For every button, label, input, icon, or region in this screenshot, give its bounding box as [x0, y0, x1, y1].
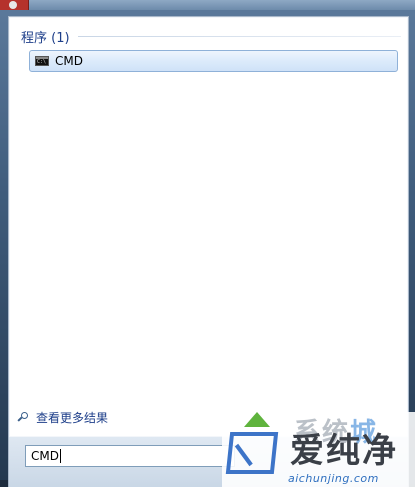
- start-menu-results-panel: 程序 (1) C:\ CMD: [8, 16, 409, 438]
- watermark-url: aichunjing.com: [288, 472, 379, 485]
- result-item-label: CMD: [55, 54, 83, 68]
- group-divider: [77, 35, 401, 37]
- result-item-cmd[interactable]: C:\ CMD: [29, 50, 398, 72]
- programs-group-title: 程序 (1): [21, 30, 70, 46]
- watermark-logo-icon: [225, 432, 279, 474]
- watermark-title: 爱纯净: [290, 431, 398, 471]
- cmd-icon: C:\: [35, 56, 49, 66]
- search-icon: [18, 411, 30, 424]
- search-input[interactable]: CMD: [25, 445, 235, 467]
- top-strip: [0, 0, 415, 10]
- search-input-value: CMD: [31, 449, 59, 463]
- bottom-edge: [0, 480, 8, 487]
- programs-group-header: 程序 (1): [21, 25, 401, 47]
- watermark: 系统城 爱纯净 aichunjing.com: [222, 412, 415, 487]
- see-more-results-label: 查看更多结果: [36, 411, 109, 425]
- see-more-results-link[interactable]: 查看更多结果: [18, 409, 108, 426]
- watermark-arrow-icon: [244, 412, 270, 427]
- text-caret: [59, 449, 61, 463]
- app-logo-icon: [0, 0, 29, 10]
